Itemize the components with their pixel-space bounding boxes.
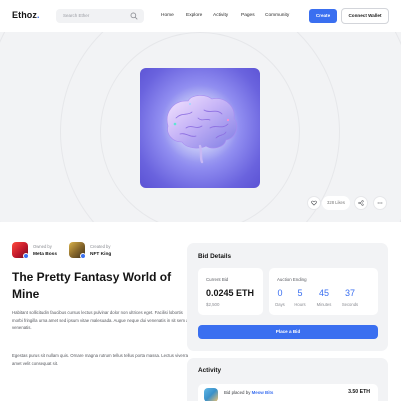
description-paragraph: Egestas purus sit nullam quis. Ornare ma… [12, 353, 189, 366]
create-button[interactable]: Create [309, 9, 337, 23]
creator-role: Created by [90, 244, 111, 249]
countdown-value: 37 [344, 288, 355, 298]
share-icon [358, 200, 364, 206]
countdown-seconds: 37 Seconds [339, 288, 361, 307]
nav-explore[interactable]: Explore [186, 13, 202, 18]
search-icon [130, 12, 138, 20]
search-input[interactable]: Search Ether [63, 13, 89, 18]
activity-by: by [245, 390, 251, 395]
bidder-name[interactable]: Meow Bits [252, 390, 274, 395]
activity-heading: Activity [198, 367, 222, 374]
countdown-value: 0 [277, 288, 283, 298]
nav-activity[interactable]: Activity [213, 13, 228, 18]
nav-community[interactable]: Community [265, 13, 289, 18]
top-header: Ethoz. Search Ether Home Explore Activit… [0, 0, 401, 32]
owner-role: Owned by [33, 244, 52, 249]
activity-action: Bid placed [224, 390, 245, 395]
share-button[interactable] [354, 196, 368, 210]
countdown-unit: Minutes [316, 302, 332, 307]
bidder-avatar [204, 388, 218, 401]
verified-icon [80, 253, 86, 259]
activity-row[interactable]: Bid placed by Meow Bits 3.50 ETH [198, 384, 378, 401]
current-bid-box: Current Bid 0.0245 ETH $2,500 [198, 268, 263, 315]
verified-icon [23, 253, 29, 259]
current-bid-usd: $2,500 [206, 302, 220, 307]
nft-artwork[interactable] [140, 68, 260, 188]
likes-count: 328 Likes [322, 196, 350, 210]
connect-wallet-button[interactable]: Connect Wallet [341, 8, 389, 24]
countdown-hours: 5 Hours [289, 288, 311, 307]
activity-card: Activity Bid placed by Meow Bits 3.50 ET… [187, 358, 388, 401]
bid-amount: 3.50 ETH [348, 389, 370, 395]
owner-name[interactable]: Meta Boss [33, 252, 57, 257]
like-button[interactable] [307, 196, 321, 210]
bid-details-card: Bid Details Current Bid 0.0245 ETH $2,50… [187, 243, 388, 351]
search-bar[interactable]: Search Ether [56, 9, 144, 23]
brain-illustration [152, 78, 248, 174]
current-bid-value: 0.0245 ETH [206, 288, 255, 298]
activity-text: Bid placed by Meow Bits [224, 390, 273, 395]
nft-title: The Pretty Fantasy World of Mine [12, 270, 172, 301]
current-bid-label: Current Bid [206, 277, 229, 282]
auction-ending-box: Auction Ending 0 Days 5 Hours 45 Minutes… [269, 268, 378, 315]
auction-ending-label: Auction Ending [277, 277, 307, 282]
more-options-button[interactable] [373, 196, 387, 210]
more-icon [377, 202, 383, 204]
heart-icon [311, 200, 317, 206]
creator-name[interactable]: NFT King [90, 252, 111, 257]
countdown-days: 0 Days [269, 288, 291, 307]
countdown-value: 5 [297, 288, 303, 298]
countdown-value: 45 [318, 288, 329, 298]
countdown-unit: Days [275, 302, 285, 307]
logo-text: Ethoz [12, 10, 37, 20]
nav-pages[interactable]: Pages [241, 13, 255, 18]
countdown-minutes: 45 Minutes [313, 288, 335, 307]
bid-details-heading: Bid Details [198, 253, 232, 260]
logo[interactable]: Ethoz. [12, 10, 40, 20]
description-paragraph: Habitant sollicitudin faucibus cursus le… [12, 310, 189, 331]
nav-home[interactable]: Home [161, 13, 174, 18]
place-bid-button[interactable]: Place a Bid [198, 325, 378, 339]
logo-dot: . [37, 10, 40, 20]
countdown-unit: Seconds [341, 302, 359, 307]
countdown-unit: Hours [294, 302, 306, 307]
